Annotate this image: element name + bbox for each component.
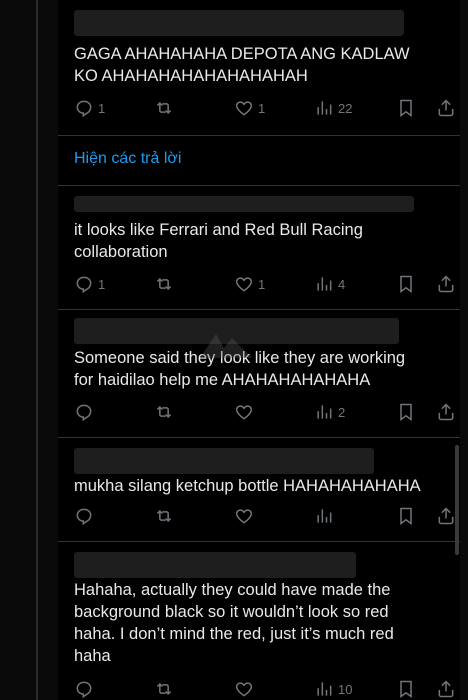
show-replies-row: [58, 136, 460, 186]
share-button[interactable]: [436, 677, 456, 700]
retweet-button[interactable]: [154, 400, 174, 424]
action-bar: 2: [74, 400, 454, 424]
views-button[interactable]: [314, 504, 334, 528]
tweet[interactable]: mukha silang ketchup bottle HAHAHAHAHAHA: [58, 438, 460, 542]
reply-icon: [76, 404, 92, 422]
watermark-logo: [200, 334, 252, 358]
right-edge: [460, 0, 468, 700]
like-button[interactable]: [234, 400, 254, 424]
tweet[interactable]: it looks like Ferrari and Red Bull Racin…: [58, 186, 460, 310]
bookmark-icon: [400, 403, 412, 421]
reply-button[interactable]: [74, 400, 94, 424]
author-header-redacted: [74, 448, 374, 474]
like-button[interactable]: [234, 677, 254, 700]
action-bar: 10: [74, 677, 454, 700]
heart-icon: [235, 101, 253, 116]
tweet-text: GAGA AHAHAHAHA DEPOTA ANG KADLAW KO AHAH…: [74, 45, 410, 85]
action-bar: 1 1 22: [74, 96, 454, 120]
views-icon: [317, 405, 332, 419]
share-button[interactable]: [436, 96, 456, 120]
retweet-icon: [156, 509, 172, 523]
reply-button[interactable]: 1: [74, 96, 105, 120]
share-icon: [438, 507, 454, 525]
retweet-icon: [156, 682, 172, 696]
views-button[interactable]: 4: [314, 272, 345, 296]
author-header-redacted: [74, 552, 356, 578]
reply-count: 1: [98, 100, 106, 116]
share-icon: [438, 275, 454, 293]
retweet-button[interactable]: [154, 504, 174, 528]
share-button[interactable]: [436, 504, 456, 528]
heart-icon: [235, 277, 253, 292]
views-icon: [317, 682, 332, 696]
retweet-icon: [156, 405, 172, 419]
action-bar: 1 1 4: [74, 272, 454, 296]
view-count: 22: [338, 100, 353, 116]
author-header-redacted: [74, 196, 414, 212]
vertical-divider: [36, 0, 38, 700]
tweet-text: mukha silang ketchup bottle HAHAHAHAHAHA: [74, 477, 421, 495]
retweet-button[interactable]: [154, 272, 174, 296]
reply-button[interactable]: 1: [74, 272, 105, 296]
tweet-text: it looks like Ferrari and Red Bull Racin…: [74, 221, 363, 261]
bookmark-button[interactable]: [396, 677, 416, 700]
bookmark-icon: [400, 507, 412, 525]
views-icon: [317, 509, 332, 523]
bookmark-button[interactable]: [396, 96, 416, 120]
like-count: 1: [258, 276, 266, 292]
views-button[interactable]: 10: [314, 677, 352, 700]
like-button[interactable]: [234, 504, 254, 528]
reply-button[interactable]: [74, 677, 94, 700]
like-button[interactable]: 1: [234, 272, 265, 296]
scrollbar[interactable]: [455, 445, 459, 555]
views-icon: [317, 101, 332, 115]
like-button[interactable]: 1: [234, 96, 265, 120]
left-edge: [0, 0, 58, 700]
share-button[interactable]: [436, 400, 456, 424]
reply-icon: [76, 681, 92, 699]
bookmark-icon: [400, 275, 412, 293]
views-button[interactable]: 2: [314, 400, 345, 424]
bookmark-icon: [400, 99, 412, 117]
tweet[interactable]: GAGA AHAHAHAHA DEPOTA ANG KADLAW KO AHAH…: [58, 0, 460, 136]
view-count: 4: [338, 276, 346, 292]
reply-icon: [76, 276, 92, 294]
tweet[interactable]: Someone said they look like they are wor…: [58, 310, 460, 438]
bookmark-button[interactable]: [396, 504, 416, 528]
reply-button[interactable]: [74, 504, 94, 528]
bookmark-icon: [400, 680, 412, 698]
bookmark-button[interactable]: [396, 400, 416, 424]
like-count: 1: [258, 100, 266, 116]
reply-count: 1: [98, 276, 106, 292]
reply-icon: [76, 508, 92, 526]
heart-icon: [235, 509, 253, 524]
share-button[interactable]: [436, 272, 456, 296]
share-icon: [438, 99, 454, 117]
view-count: 2: [338, 404, 346, 420]
heart-icon: [235, 682, 253, 697]
retweet-icon: [156, 101, 172, 115]
share-icon: [438, 680, 454, 698]
bookmark-button[interactable]: [396, 272, 416, 296]
tweet[interactable]: Hahaha, actually they could have made th…: [58, 542, 460, 700]
views-button[interactable]: 22: [314, 96, 352, 120]
retweet-button[interactable]: [154, 677, 174, 700]
heart-icon: [235, 405, 253, 420]
retweet-button[interactable]: [154, 96, 174, 120]
retweet-icon: [156, 277, 172, 291]
share-icon: [438, 403, 454, 421]
reply-icon: [76, 100, 92, 118]
author-header-redacted: [74, 10, 404, 36]
view-count: 10: [338, 681, 353, 697]
views-icon: [317, 277, 332, 291]
tweet-text: Hahaha, actually they could have made th…: [74, 581, 394, 665]
tweet-text: Someone said they look like they are wor…: [74, 349, 406, 389]
action-bar: [74, 504, 454, 528]
